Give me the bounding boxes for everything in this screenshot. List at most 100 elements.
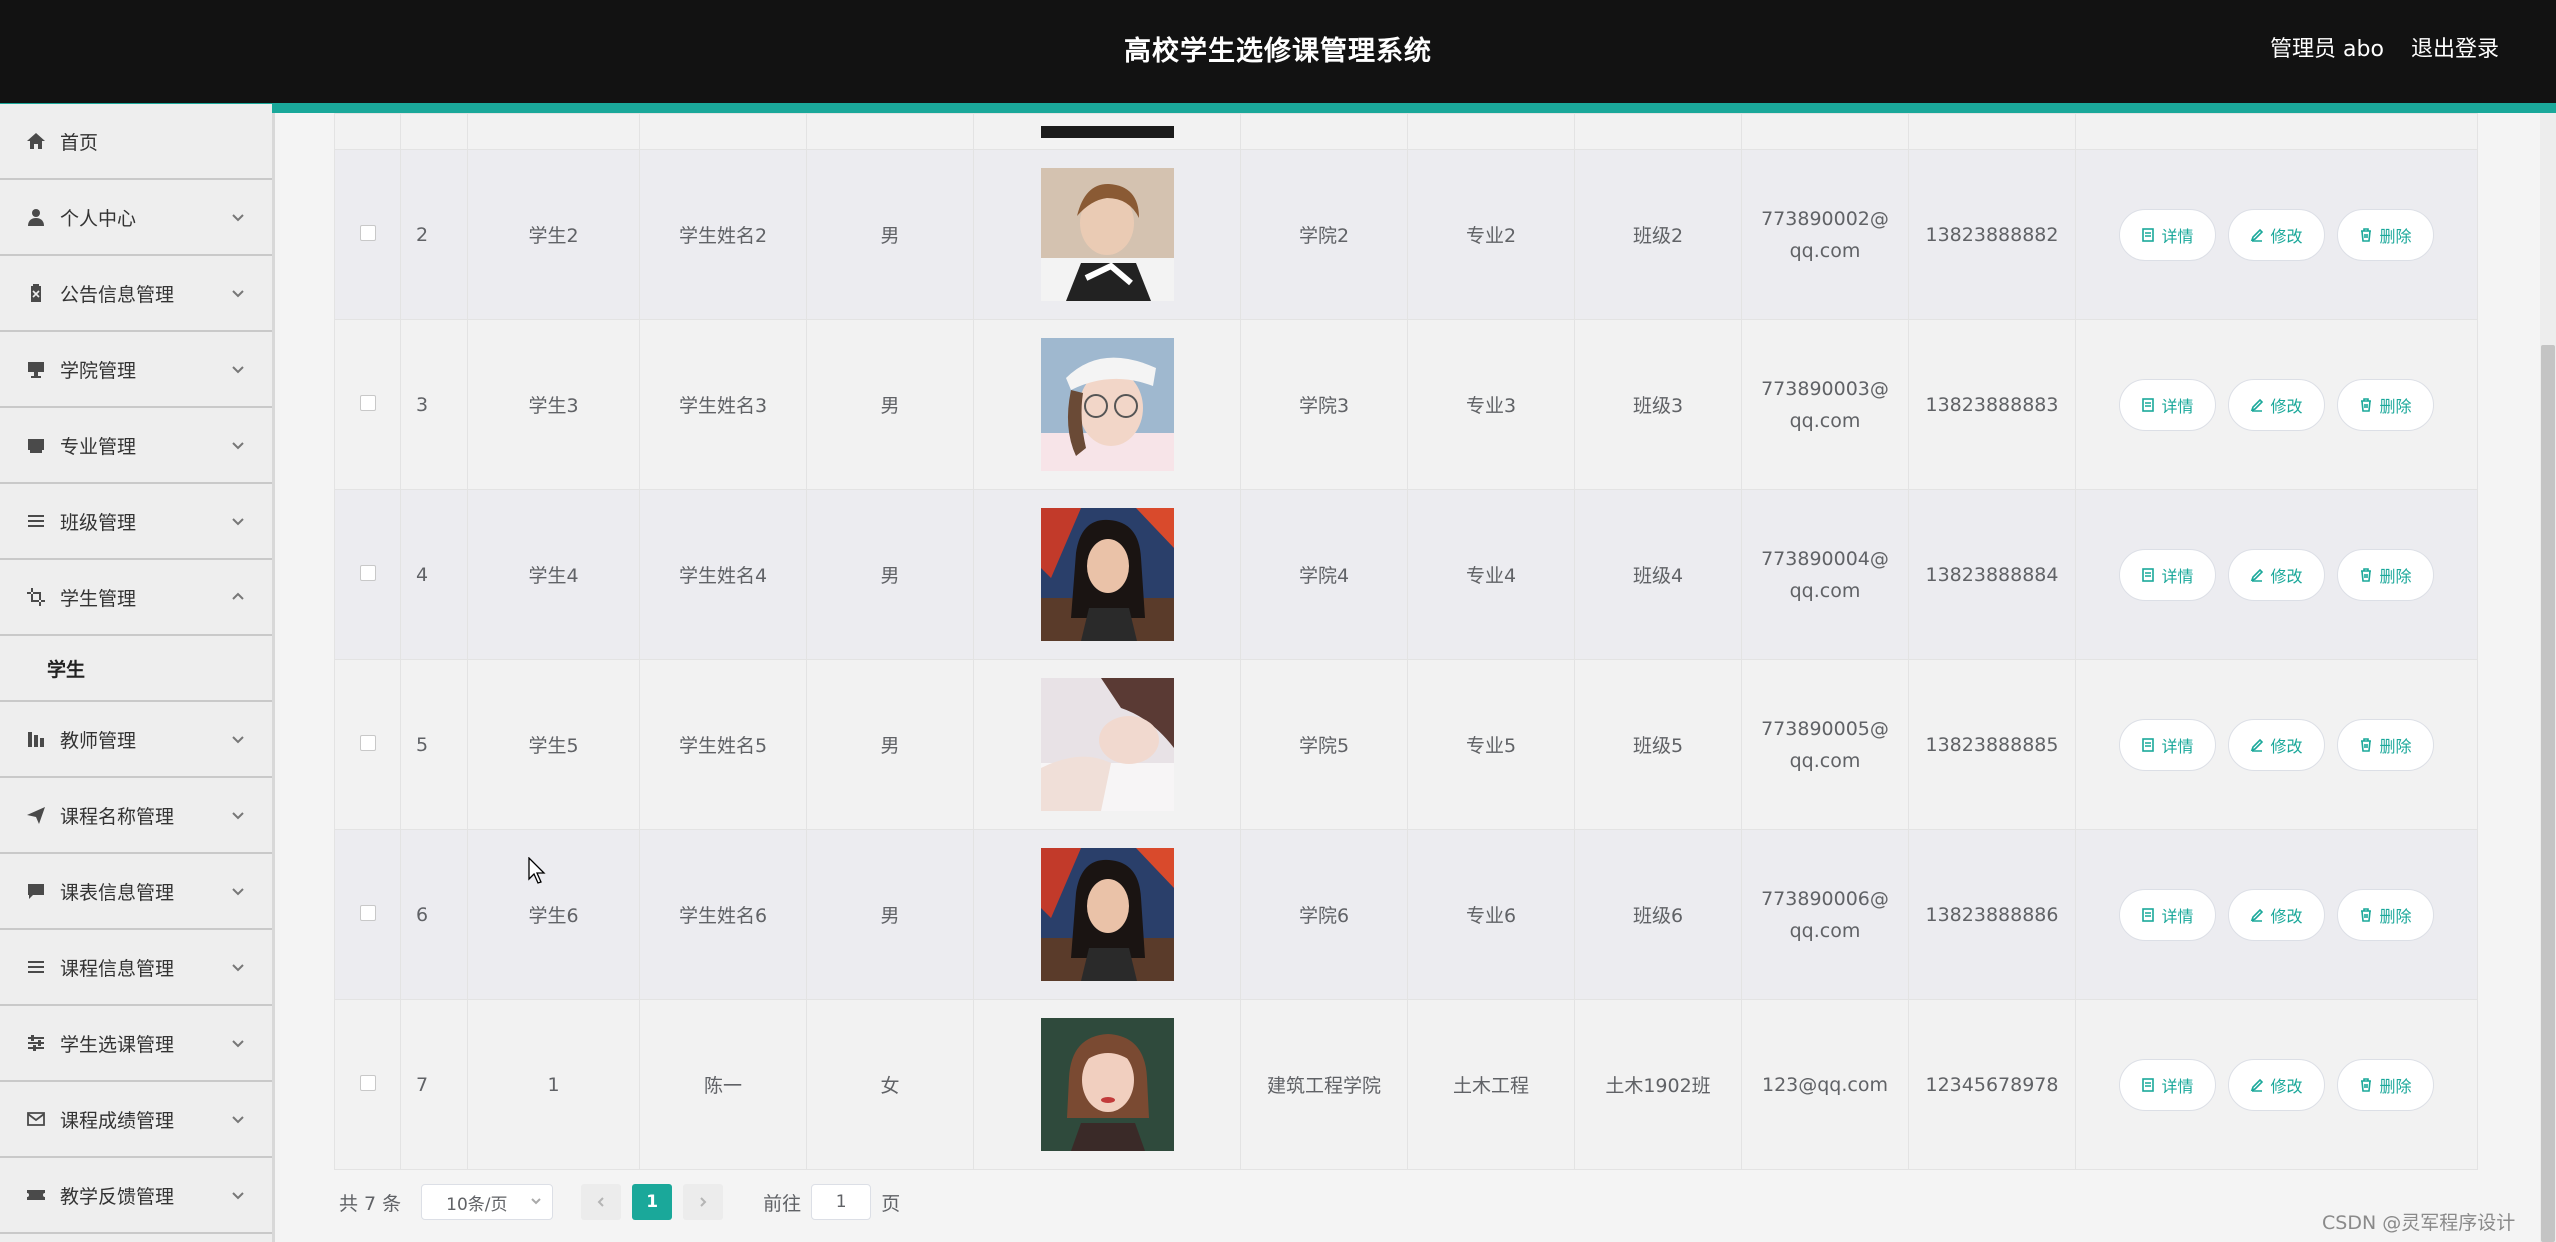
detail-label: 详情 <box>2161 906 2194 926</box>
delete-button[interactable]: 删除 <box>2337 548 2434 601</box>
row-checkbox[interactable] <box>359 564 376 581</box>
detail-button[interactable]: 详情 <box>2119 1058 2216 1111</box>
email-text: 773890003@qq.com <box>1761 377 1889 432</box>
table-row: 3 学生3 学生姓名3 男 学院3 专业3 班级3 773890003@qq.c… <box>334 319 2478 490</box>
cell-photo <box>973 829 1241 1000</box>
delete-button[interactable]: 删除 <box>2337 208 2434 261</box>
edit-button[interactable]: 修改 <box>2228 888 2325 941</box>
chevron-right-icon <box>700 1197 707 1207</box>
detail-button[interactable]: 详情 <box>2119 548 2216 601</box>
cell-email: 773890005@qq.com <box>1741 659 1909 830</box>
sidebar-item-label: 课表信息管理 <box>60 881 175 904</box>
prev-page-button[interactable] <box>581 1184 622 1220</box>
row-checkbox-cell[interactable] <box>334 319 401 490</box>
edit-button[interactable]: 修改 <box>2228 208 2325 261</box>
detail-label: 详情 <box>2161 226 2194 246</box>
page-scrollbar-thumb[interactable] <box>2541 345 2555 1242</box>
edit-button[interactable]: 修改 <box>2228 548 2325 601</box>
row-checkbox-cell[interactable] <box>334 149 401 320</box>
sidebar-item-label: 专业管理 <box>60 435 137 458</box>
sidebar-item-course-info[interactable]: 课程信息管理 <box>0 930 272 1006</box>
cell-gender: 女 <box>806 999 974 1170</box>
cell-account: 学生6 <box>467 829 640 1000</box>
detail-button[interactable]: 详情 <box>2119 378 2216 431</box>
trash-icon <box>2361 1077 2372 1092</box>
sidebar-item-students[interactable]: 学生管理 <box>0 560 272 636</box>
cell-phone: 13823888884 <box>1908 489 2076 660</box>
cell-gender: 男 <box>806 489 974 660</box>
edit-button[interactable]: 修改 <box>2228 718 2325 771</box>
sidebar-item-teachers[interactable]: 教师管理 <box>0 702 272 778</box>
row-checkbox[interactable] <box>359 734 376 751</box>
cell-class: 班级4 <box>1574 489 1742 660</box>
delete-button[interactable]: 删除 <box>2337 718 2434 771</box>
sidebar-item-timetable[interactable]: 课表信息管理 <box>0 854 272 930</box>
next-page-button[interactable] <box>683 1184 724 1220</box>
cell-actions: 详情 修改 删除 <box>2075 999 2478 1170</box>
pencil-icon <box>2251 1078 2264 1092</box>
sidebar-item-colleges[interactable]: 学院管理 <box>0 332 272 408</box>
row-checkbox[interactable] <box>359 1074 376 1091</box>
clipboard-icon <box>26 283 46 303</box>
row-checkbox-cell[interactable] <box>334 659 401 830</box>
row-checkbox[interactable] <box>359 394 376 411</box>
sidebar-item-notices[interactable]: 公告信息管理 <box>0 256 272 332</box>
sidebar-item-profile[interactable]: 个人中心 <box>0 180 272 256</box>
cell-phone: 13823888883 <box>1908 319 2076 490</box>
sidebar-item-course-selection[interactable]: 学生选课管理 <box>0 1006 272 1082</box>
cell-major: 土木工程 <box>1407 999 1575 1170</box>
row-checkbox-cell[interactable] <box>334 999 401 1170</box>
cell-major: 专业2 <box>1407 149 1575 320</box>
sidebar-item-feedback[interactable]: 教学反馈管理 <box>0 1158 272 1234</box>
detail-button[interactable]: 详情 <box>2119 718 2216 771</box>
sidebar-item-classes[interactable]: 班级管理 <box>0 484 272 560</box>
pencil-icon <box>2251 398 2264 412</box>
document-icon <box>2142 227 2155 242</box>
cell-class: 班级6 <box>1574 829 1742 1000</box>
page-size-select[interactable]: 10条/页 <box>421 1184 554 1220</box>
chevron-down-icon <box>230 361 246 377</box>
row-checkbox[interactable] <box>359 904 376 921</box>
row-checkbox-cell[interactable] <box>334 829 401 1000</box>
student-photo <box>1040 678 1174 811</box>
sidebar-item-grades[interactable]: 课程成绩管理 <box>0 1082 272 1158</box>
send-icon <box>26 805 46 825</box>
detail-button[interactable]: 详情 <box>2119 208 2216 261</box>
document-icon <box>2142 567 2155 582</box>
chevron-down-icon <box>230 437 246 453</box>
delete-button[interactable]: 删除 <box>2337 1058 2434 1111</box>
sidebar-item-majors[interactable]: 专业管理 <box>0 408 272 484</box>
row-checkbox-cell[interactable] <box>334 489 401 660</box>
cell-major: 专业5 <box>1407 659 1575 830</box>
chevron-up-icon <box>230 589 246 605</box>
cell-gender: 男 <box>806 829 974 1000</box>
edit-button[interactable]: 修改 <box>2228 1058 2325 1111</box>
detail-button[interactable]: 详情 <box>2119 888 2216 941</box>
trash-icon <box>2361 737 2372 752</box>
edit-button[interactable]: 修改 <box>2228 378 2325 431</box>
chevron-down-icon <box>530 1192 542 1212</box>
pencil-icon <box>2251 568 2264 582</box>
logout-button[interactable]: 退出登录 <box>2411 0 2499 103</box>
edit-label: 修改 <box>2270 906 2303 926</box>
cell-college: 建筑工程学院 <box>1240 999 1408 1170</box>
page-number-current[interactable]: 1 <box>632 1184 673 1220</box>
monitor-icon <box>26 435 46 455</box>
row-checkbox[interactable] <box>359 224 376 241</box>
sidebar-item-home[interactable]: 首页 <box>0 104 272 180</box>
document-icon <box>2142 397 2155 412</box>
cell-class: 土木1902班 <box>1574 999 1742 1170</box>
edit-label: 修改 <box>2270 1076 2303 1096</box>
row-index: 4 <box>400 489 468 660</box>
chevron-down-icon <box>230 209 246 225</box>
goto-page-input[interactable] <box>811 1184 872 1220</box>
goto-unit: 页 <box>881 1192 901 1215</box>
students-table: 2 学生2 学生姓名2 男 学院2 专业2 班级2 773890002@qq.c… <box>334 113 2478 1170</box>
sidebar-item-course-names[interactable]: 课程名称管理 <box>0 778 272 854</box>
delete-button[interactable]: 删除 <box>2337 888 2434 941</box>
sidebar-subitem-student[interactable]: 学生 <box>0 636 272 702</box>
email-text: 123@qq.com <box>1761 1073 1888 1096</box>
cell-email: 773890003@qq.com <box>1741 319 1909 490</box>
delete-button[interactable]: 删除 <box>2337 378 2434 431</box>
photo-cell-partial <box>1040 125 1174 138</box>
